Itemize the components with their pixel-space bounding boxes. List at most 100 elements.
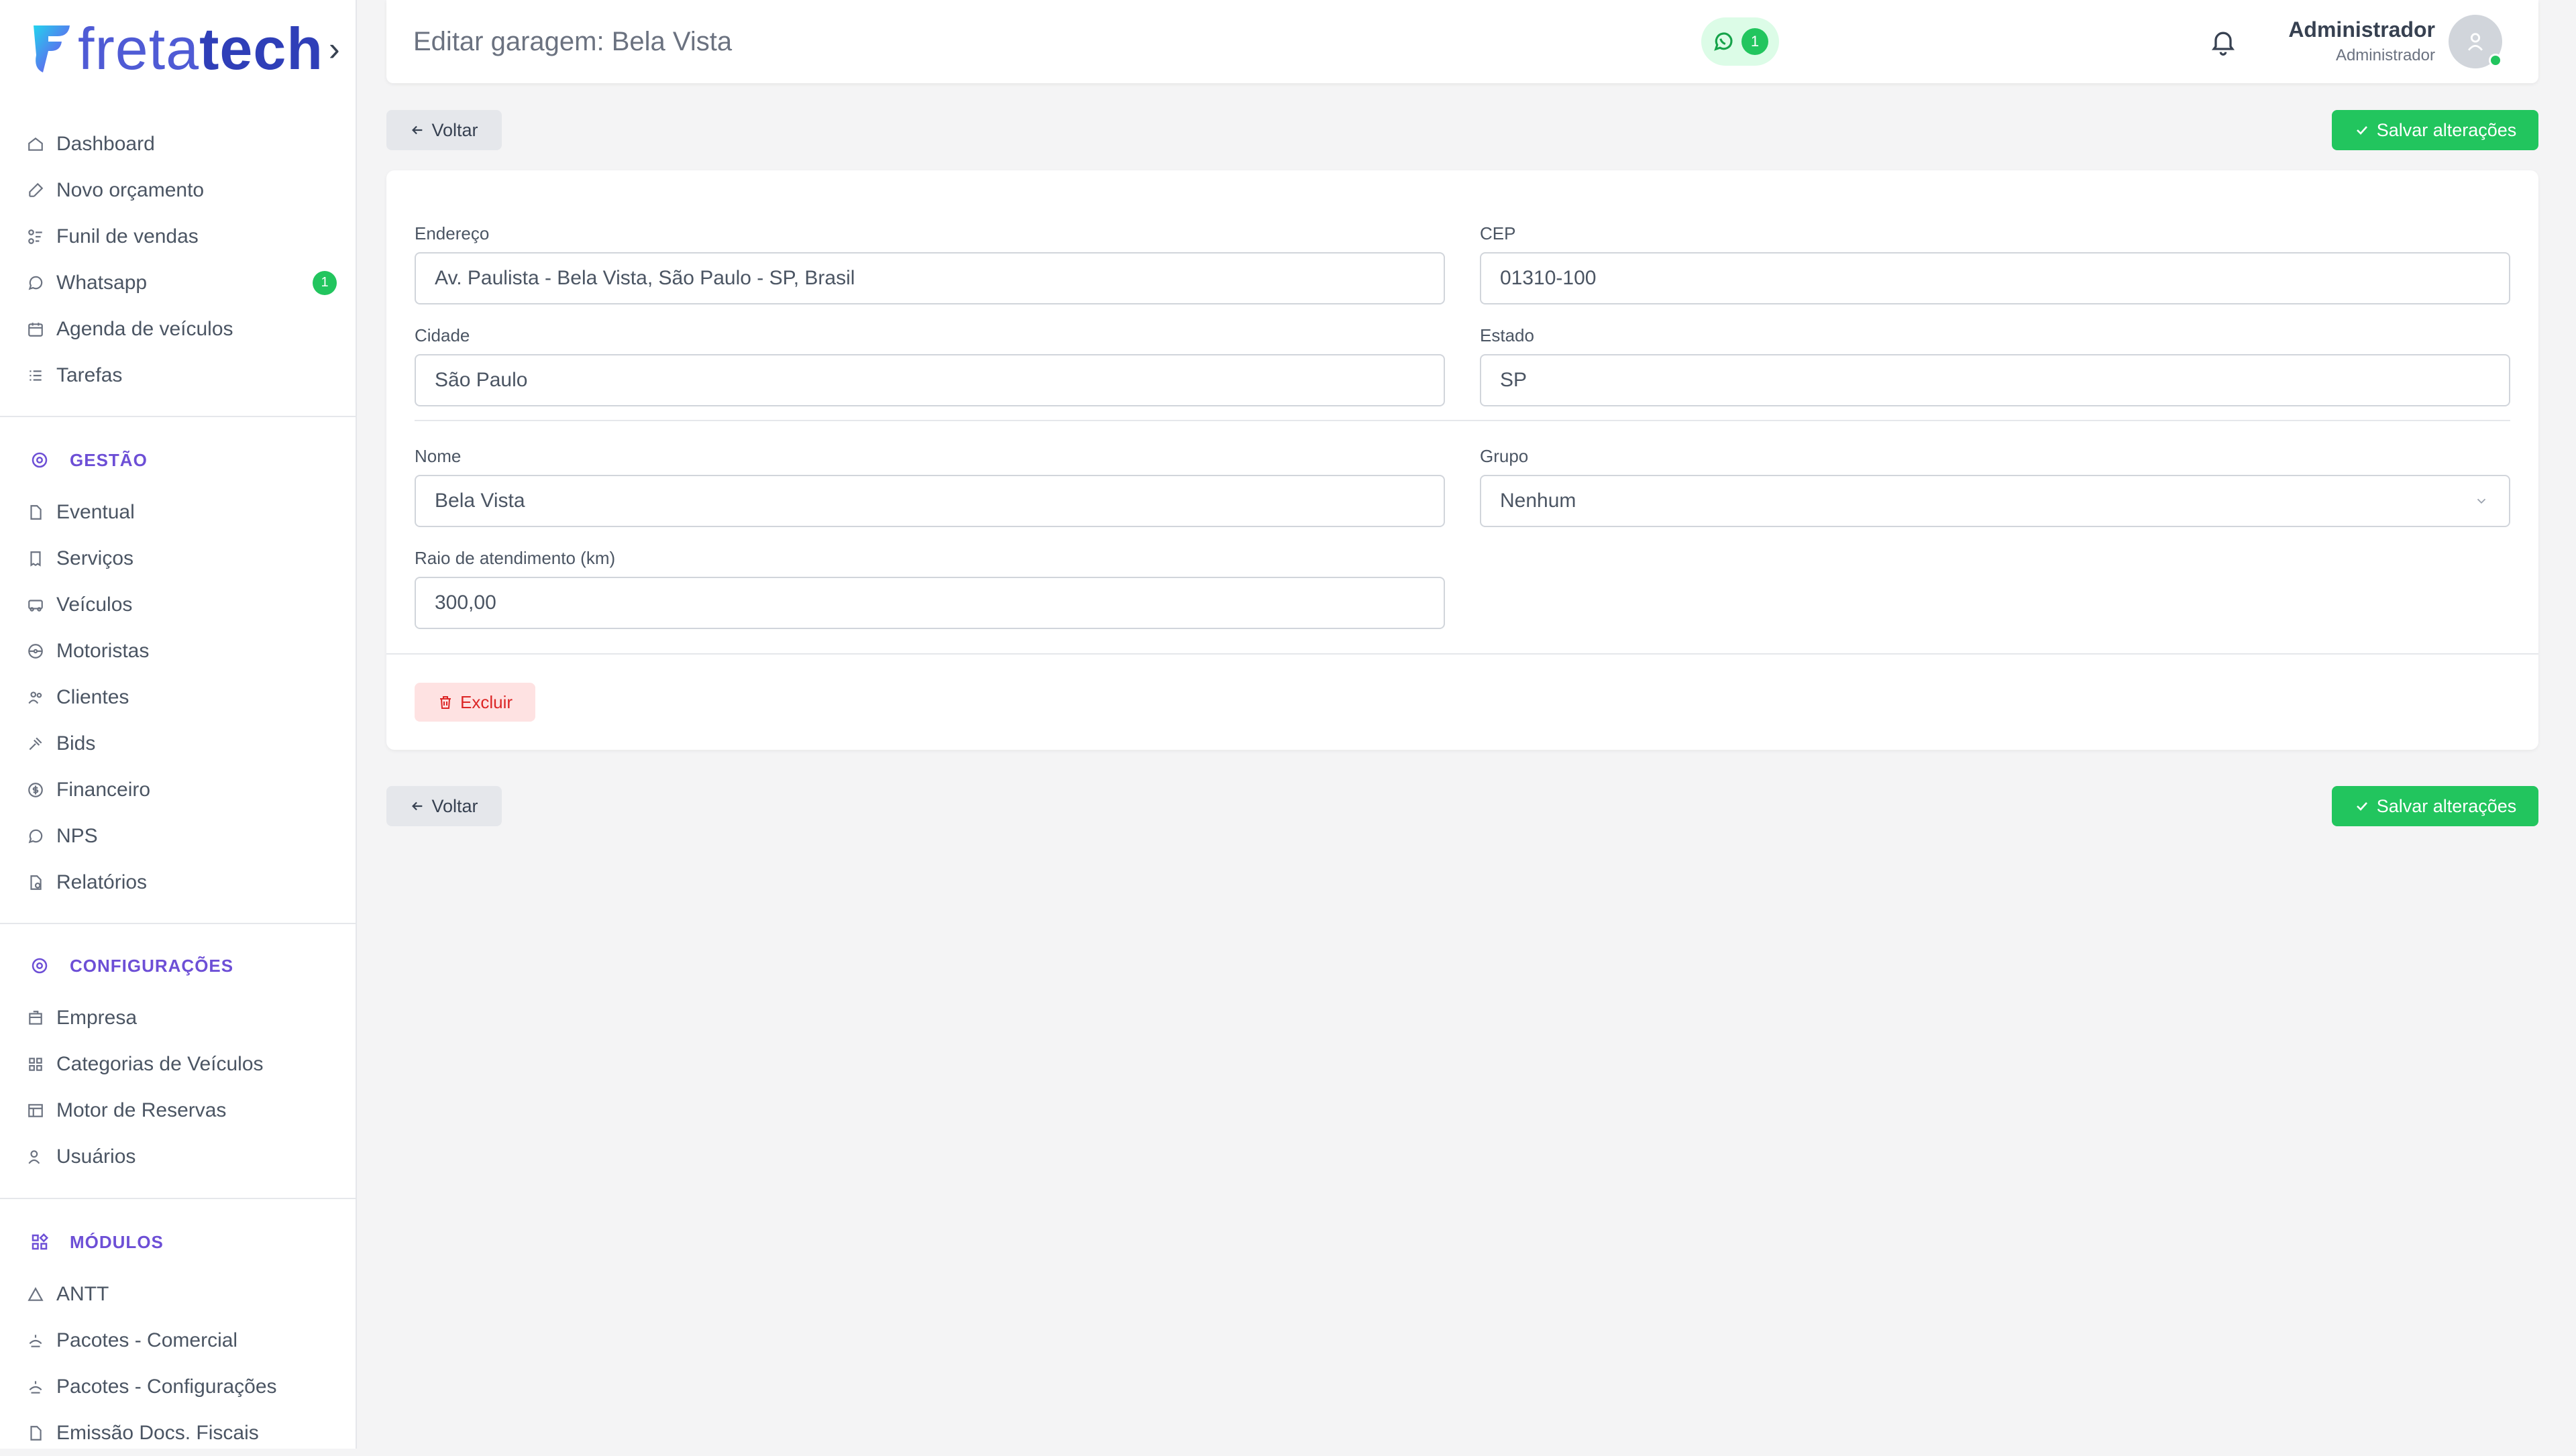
avatar[interactable] [2449, 15, 2502, 68]
sidebar-item-label: Relatórios [56, 871, 148, 893]
receipt-icon [30, 551, 41, 567]
funnel-icon [28, 229, 42, 244]
grid-icon [29, 1057, 42, 1071]
grupo-select[interactable]: Nenhum [1480, 475, 2510, 527]
sidebar-item-label: Novo orçamento [56, 178, 205, 201]
sidebar-item-antt[interactable]: ANTT [0, 1271, 357, 1317]
sidebar-item-label: Financeiro [56, 778, 151, 801]
whatsapp-notification-button[interactable]: 1 [1701, 17, 1779, 66]
user-info[interactable]: Administrador Administrador [2288, 17, 2435, 65]
grupo-label: Grupo [1480, 446, 1529, 466]
sidebar-item-nps[interactable]: NPS [0, 813, 357, 859]
document-icon [30, 1425, 42, 1441]
nome-input[interactable]: Bela Vista [415, 475, 1445, 527]
sidebar-item-label: Pacotes - Comercial [56, 1329, 238, 1351]
estado-label: Estado [1480, 325, 1534, 345]
list-icon [30, 370, 42, 381]
sidebar-item-eventual[interactable]: Eventual [0, 489, 357, 535]
endereco-input[interactable]: Av. Paulista - Bela Vista, São Paulo - S… [415, 252, 1445, 304]
back-button-bottom[interactable]: Voltar [386, 786, 502, 826]
section-title-modulos: MÓDULOS [30, 1229, 164, 1255]
sidebar-item-label: Bids [56, 732, 96, 754]
field-nome: Nome Bela Vista [415, 444, 1445, 527]
chevron-down-icon [2477, 498, 2486, 504]
arrow-left-icon [412, 801, 423, 811]
sidebar-item-novo-orcamento[interactable]: Novo orçamento [0, 167, 357, 213]
check-icon [2356, 126, 2367, 135]
estado-input[interactable]: SP [1480, 354, 2510, 406]
sidebar-item-label: Dashboard [56, 132, 155, 155]
sidebar-item-label: ANTT [56, 1282, 109, 1305]
delete-button[interactable]: Excluir [415, 683, 535, 722]
sidebar-item-financeiro[interactable]: Financeiro [0, 767, 357, 813]
sidebar-item-empresa[interactable]: Empresa [0, 995, 357, 1041]
whatsapp-count-badge: 1 [1741, 28, 1768, 55]
sidebar-item-usuarios[interactable]: Usuários [0, 1133, 357, 1180]
sidebar-item-label: NPS [56, 824, 98, 847]
steering-wheel-icon [28, 643, 43, 659]
calendar-icon [28, 322, 43, 337]
sidebar-item-label: Agenda de veículos [56, 317, 233, 340]
grupo-selected-value: Nenhum [1500, 490, 1576, 512]
online-status-dot [2489, 54, 2502, 67]
package-icon [29, 1334, 42, 1347]
sidebar-divider [0, 416, 357, 417]
sidebar-item-funil[interactable]: Funil de vendas [0, 213, 357, 260]
sidebar-item-motoristas[interactable]: Motoristas [0, 628, 357, 674]
whatsapp-icon [28, 276, 43, 290]
sidebar-item-pacotes-config[interactable]: Pacotes - Configurações [0, 1363, 357, 1410]
field-endereco: Endereço Av. Paulista - Bela Vista, São … [415, 221, 1445, 304]
sidebar-item-label: Serviços [56, 547, 134, 569]
sidebar-item-categorias[interactable]: Categorias de Veículos [0, 1041, 357, 1087]
sidebar-item-tarefas[interactable]: Tarefas [0, 352, 357, 398]
back-button-label: Voltar [431, 795, 478, 816]
sidebar-item-emissao-docs[interactable]: Emissão Docs. Fiscais [0, 1410, 357, 1456]
users-icon [28, 691, 42, 704]
sidebar-item-label: Pacotes - Configurações [56, 1375, 277, 1398]
sidebar-item-whatsapp[interactable]: Whatsapp 1 [0, 260, 357, 306]
field-estado: Estado SP [1480, 323, 2510, 406]
sidebar-item-relatorios[interactable]: Relatórios [0, 859, 357, 905]
save-button-bottom[interactable]: Salvar alterações [2332, 786, 2538, 826]
sidebar-config-nav: Empresa Categorias de Veículos Motor de … [0, 995, 357, 1180]
bus-icon [28, 599, 43, 612]
chevron-right-icon[interactable]: › [329, 30, 340, 68]
sidebar-item-motor-reservas[interactable]: Motor de Reservas [0, 1087, 357, 1133]
section-title-configuracoes: CONFIGURAÇÕES [30, 952, 233, 979]
modules-icon [32, 1233, 49, 1250]
logo[interactable]: fretatech › [28, 19, 340, 79]
whatsapp-badge: 1 [313, 270, 337, 295]
cep-input[interactable]: 01310-100 [1480, 252, 2510, 304]
back-button-top[interactable]: Voltar [386, 110, 502, 150]
sidebar-item-bids[interactable]: Bids [0, 720, 357, 767]
sidebar-item-agenda[interactable]: Agenda de veículos [0, 306, 357, 352]
back-button-label: Voltar [431, 119, 478, 140]
trash-icon [439, 696, 451, 709]
bell-icon[interactable] [2208, 27, 2238, 56]
package-icon [29, 1380, 42, 1394]
sidebar-item-clientes[interactable]: Clientes [0, 674, 357, 720]
sidebar-modulos-nav: ANTT Pacotes - Comercial Pacotes - Confi… [0, 1271, 357, 1456]
sidebar-item-label: Emissão Docs. Fiscais [56, 1421, 259, 1444]
triangle-icon [28, 1286, 44, 1301]
sidebar-item-dashboard[interactable]: Dashboard [0, 121, 357, 167]
logo-text: fretatech [78, 15, 324, 82]
delete-button-label: Excluir [460, 691, 513, 712]
sidebar-item-pacotes-comercial[interactable]: Pacotes - Comercial [0, 1317, 357, 1363]
home-icon [28, 137, 43, 151]
sidebar-divider [0, 1198, 357, 1199]
section-title-gestao: GESTÃO [30, 447, 148, 473]
sidebar-item-label: Motor de Reservas [56, 1099, 227, 1121]
save-button-top[interactable]: Salvar alterações [2332, 110, 2538, 150]
sidebar-item-veiculos[interactable]: Veículos [0, 581, 357, 628]
sidebar-item-label: Categorias de Veículos [56, 1052, 264, 1075]
raio-input[interactable]: 300,00 [415, 577, 1445, 629]
field-cidade: Cidade São Paulo [415, 323, 1445, 406]
whatsapp-icon [1714, 32, 1733, 51]
cidade-input[interactable]: São Paulo [415, 354, 1445, 406]
sidebar-item-servicos[interactable]: Serviços [0, 535, 357, 581]
sidebar-divider [0, 923, 357, 924]
logo-mark-icon [34, 25, 70, 72]
field-cep: CEP 01310-100 [1480, 221, 2510, 304]
sidebar: fretatech › Dashboard Novo orçamento Fun… [0, 0, 357, 1449]
